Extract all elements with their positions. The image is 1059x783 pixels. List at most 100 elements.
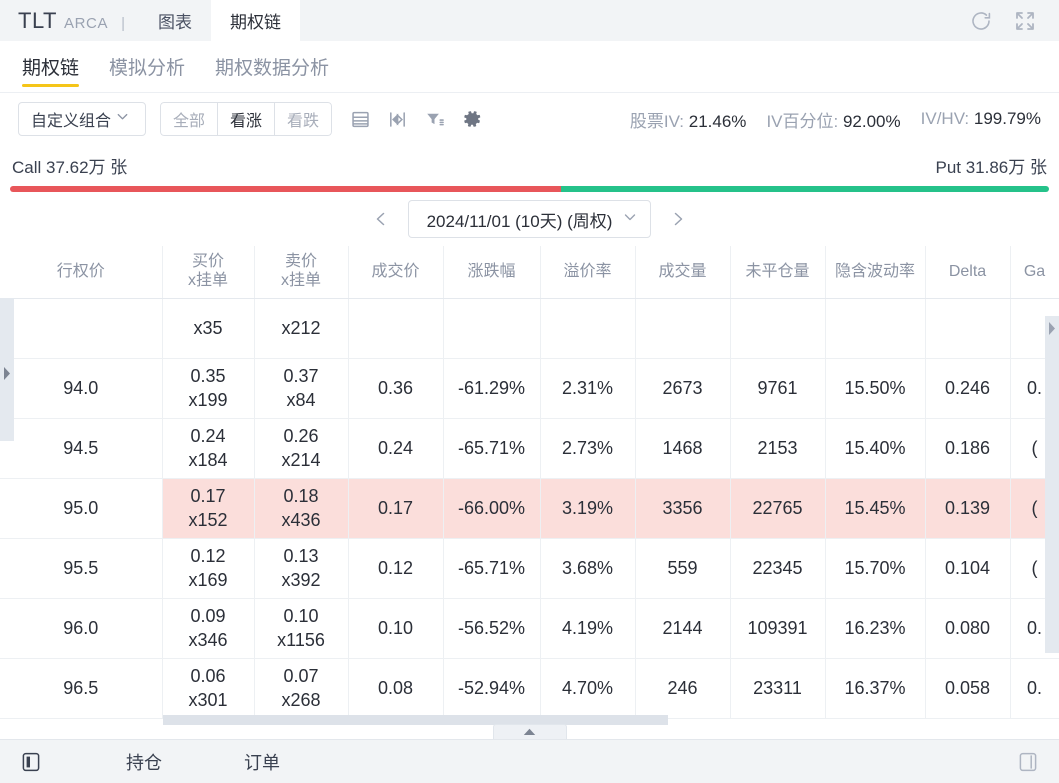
fullscreen-icon[interactable] [1013,9,1037,33]
table-row[interactable]: 94.0 0.35 x199 0.37 x84 0.36 -61.29% 2.31% 2673 9… [0,358,1059,419]
cell-ask: 0.13 x392 [254,538,349,599]
cell-last: 0.36 [348,358,444,419]
column-header-label: 涨跌幅 [467,262,516,280]
table-row[interactable]: x35 x212 [0,298,1059,359]
cell-ask: 0.10 x1156 [254,598,349,659]
table-header-row: 行权价 买价 x挂单 卖价 x挂单 成交价 涨跌幅 溢价率 成交量 未平仓量 隐含波动率 Delta G… [0,246,1059,299]
cell-volume: 559 [635,538,731,599]
filter-call-button[interactable]: 看涨 [217,102,276,136]
cell-strike: 96.0 [0,598,163,659]
column-header-7-未平仓量[interactable]: 未平仓量 [730,246,826,299]
footer-orders-tab[interactable]: 订单 [244,749,280,775]
cell-implied-volatility: 15.50% [825,358,926,419]
iv-stats: 股票IV: 21.46% IV百分位: 92.00% IV/HV: 199.79… [630,107,1045,132]
cell-open-interest: 22345 [730,538,826,599]
horizontal-scroll-thumb[interactable] [163,715,668,725]
cell-bid-price: 0.35 [190,366,226,387]
cell-ask-size: x436 [281,509,321,530]
column-header-label: 隐含波动率 [834,262,915,280]
cell-last [348,298,444,359]
cell-delta: 0.139 [925,478,1011,539]
column-header-sublabel: x挂单 [187,271,228,289]
table-row[interactable]: 95.0 0.17 x152 0.18 x436 0.17 -66.00% 3.19% 3356… [0,478,1059,539]
cell-volume: 246 [635,658,731,719]
refresh-icon[interactable] [969,9,993,33]
cell-bid-size: x346 [188,629,228,650]
option-chain-app: TLT ARCA | 图表 期权链 期权链 模拟分析 期权数据分析 自定义组合 … [0,0,1059,783]
table-row[interactable]: 95.5 0.12 x169 0.13 x392 0.12 -65.71% 3.68% 559 2… [0,538,1059,599]
layout-rows-icon[interactable] [350,109,371,130]
table-row[interactable]: 94.5 0.24 x184 0.26 x214 0.24 -65.71% 2.73% 1468… [0,418,1059,479]
cell-delta: 0.058 [925,658,1011,719]
prev-expiry-button[interactable] [368,204,394,234]
column-header-2-卖价[interactable]: 卖价 x挂单 [254,246,349,299]
table-row[interactable]: 96.0 0.09 x346 0.10 x1156 0.10 -56.52% 4.19% 214… [0,598,1059,659]
expiry-dropdown[interactable]: 2024/11/01 (10天) (周权) [407,200,652,238]
cell-volume: 1468 [635,418,731,479]
cell-volume: 3356 [635,478,731,539]
column-header-5-溢价率[interactable]: 溢价率 [540,246,636,299]
cell-delta [925,298,1011,359]
column-header-label: Delta [948,262,987,280]
table-row[interactable]: 96.5 0.06 x301 0.07 x268 0.08 -52.94% 4.70% 246 2… [0,658,1059,719]
call-put-volume-section: Call 37.62万 张 Put 31.86万 张 [0,145,1059,192]
filter-put-button[interactable]: 看跌 [274,102,333,136]
cell-ask-size: x392 [281,569,321,590]
column-header-0-行权价[interactable]: 行权价 [0,246,163,299]
filter-icon[interactable] [424,109,445,130]
column-header-3-成交价[interactable]: 成交价 [348,246,444,299]
strategy-select-value: 自定义组合 [31,113,112,130]
column-header-9-Delta[interactable]: Delta [925,246,1011,299]
filter-all-button[interactable]: 全部 [160,102,219,136]
cell-implied-volatility: 16.23% [825,598,926,659]
gear-icon[interactable] [461,108,483,130]
cell-ask: 0.26 x214 [254,418,349,479]
cell-strike [0,298,163,359]
cell-premium-rate: 4.70% [540,658,636,719]
column-header-1-买价[interactable]: 买价 x挂单 [162,246,255,299]
window-tab-chart[interactable]: 图表 [139,0,211,41]
cell-implied-volatility: 15.40% [825,418,926,479]
panel-right-icon[interactable] [1015,749,1041,775]
cell-strike: 94.5 [0,418,163,479]
panel-left-icon[interactable] [18,749,44,775]
cell-open-interest: 23311 [730,658,826,719]
symbol-divider: | [121,14,125,32]
cell-change-pct: -65.71% [443,418,541,479]
footer-positions-tab[interactable]: 持仓 [126,749,162,775]
strategy-select[interactable]: 自定义组合 [18,102,146,136]
expand-left-panel-handle[interactable] [2,365,12,381]
column-header-10-Ga[interactable]: Ga [1010,246,1059,299]
table-body-wrap[interactable]: x35 x212 94.0 0.35 x199 0.37 x84 0.36 -61.29% 2.3… [0,298,1059,719]
cell-delta: 0.104 [925,538,1011,599]
next-expiry-button[interactable] [665,204,691,234]
cell-ask-size: x84 [286,389,316,410]
put-volume-label: Put 31.86万 张 [935,158,1047,177]
mirror-columns-icon[interactable] [387,109,408,130]
column-header-4-涨跌幅[interactable]: 涨跌幅 [443,246,541,299]
call-volume-label: Call 37.62万 张 [12,158,128,177]
window-tab-option-chain[interactable]: 期权链 [210,0,300,41]
table-vertical-scrollbar-right[interactable] [1045,316,1059,653]
column-header-8-隐含波动率[interactable]: 隐含波动率 [825,246,926,299]
cell-premium-rate [540,298,636,359]
cell-ask: 0.37 x84 [254,358,349,419]
cell-last: 0.12 [348,538,444,599]
cell-premium-rate: 3.19% [540,478,636,539]
stat-stock-iv-label: 股票IV: [629,111,685,131]
expand-right-panel-handle[interactable] [1047,320,1057,336]
stat-stock-iv: 股票IV: 21.46% [630,107,747,132]
tab-option-data-analysis[interactable]: 期权数据分析 [215,41,329,93]
column-header-sublabel: x挂单 [280,271,321,289]
tab-simulation-analysis[interactable]: 模拟分析 [109,41,185,93]
tab-option-chain[interactable]: 期权链 [22,41,80,93]
cell-ask-price: 0.13 [283,546,319,567]
chain-toolbar: 自定义组合 全部 看涨 看跌 股票IV: 21.46% IV百分位: 92.00… [0,93,1059,145]
chevron-down-icon [115,109,130,129]
cell-strike: 95.0 [0,478,163,539]
cell-premium-rate: 3.68% [540,538,636,599]
cell-delta: 0.186 [925,418,1011,479]
column-header-6-成交量[interactable]: 成交量 [635,246,731,299]
panel-collapse-toggle[interactable] [492,724,567,739]
stat-stock-iv-value: 21.46% [688,111,747,131]
